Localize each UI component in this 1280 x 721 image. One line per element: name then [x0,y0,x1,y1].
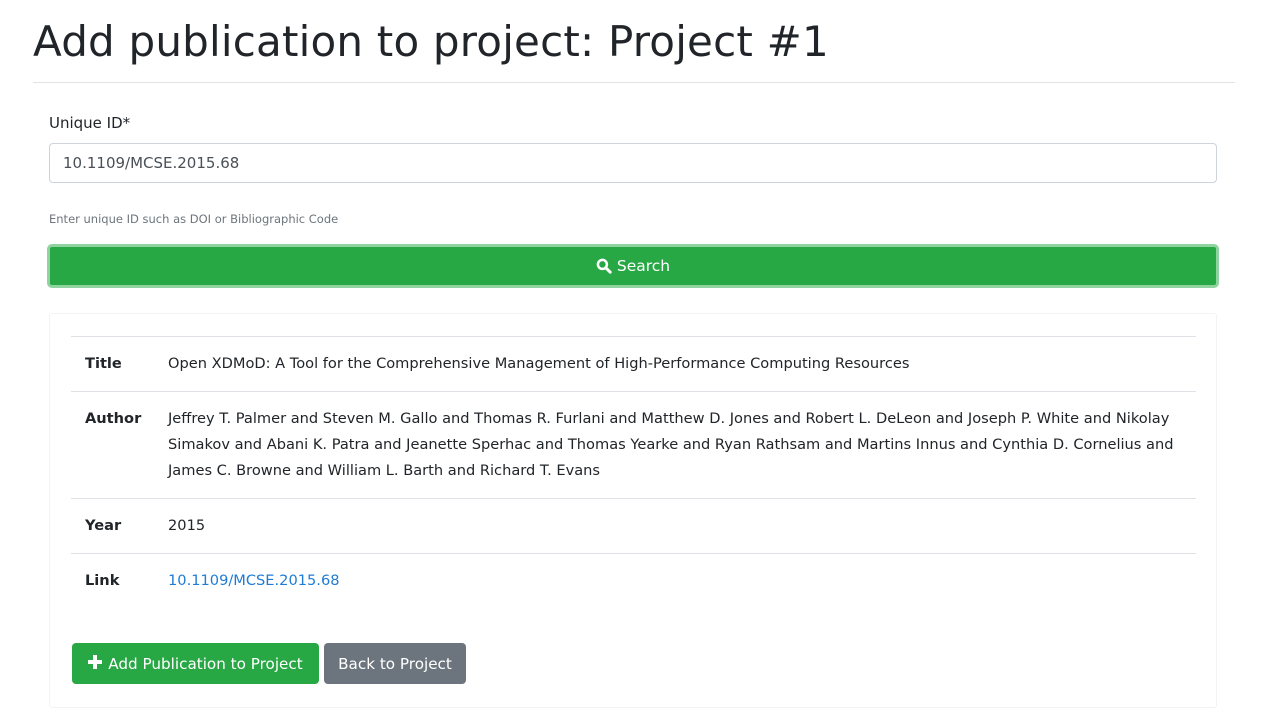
unique-id-help-text: Enter unique ID such as DOI or Bibliogra… [49,212,339,226]
publication-link-cell: 10.1109/MCSE.2015.68 [168,554,1196,609]
publication-year-label: Year [85,517,122,534]
publication-title-row: Title Open XDMoD: A Tool for the Compreh… [71,336,1196,392]
unique-id-label: Unique ID* [49,114,131,132]
back-to-project-button[interactable]: Back to Project [324,643,466,684]
search-button[interactable]: Search [47,244,1219,288]
add-publication-button[interactable]: Add Publication to Project [72,643,319,684]
title-divider [33,82,1235,83]
publication-result-card: Title Open XDMoD: A Tool for the Compreh… [49,313,1217,708]
add-publication-label: Add Publication to Project [108,654,303,673]
publication-doi-link[interactable]: 10.1109/MCSE.2015.68 [168,572,340,589]
publication-title-label: Title [85,355,122,372]
search-button-label: Search [616,257,671,275]
publication-title-value: Open XDMoD: A Tool for the Comprehensive… [168,355,910,372]
publication-link-row: Link 10.1109/MCSE.2015.68 [71,553,1196,609]
search-icon [596,258,612,274]
add-publication-page: Add publication to project: Project #1 U… [0,0,1280,721]
publication-link-label: Link [85,572,120,589]
publication-year-row: Year 2015 [71,498,1196,554]
page-title: Add publication to project: Project #1 [33,17,829,66]
plus-icon [88,654,103,673]
unique-id-input[interactable] [49,143,1217,183]
publication-author-label: Author [85,410,142,427]
publication-year-value: 2015 [168,517,206,534]
publication-details-table: Title Open XDMoD: A Tool for the Compreh… [71,336,1196,608]
publication-author-value: Jeffrey T. Palmer and Steven M. Gallo an… [168,410,1174,479]
publication-author-row: Author Jeffrey T. Palmer and Steven M. G… [71,391,1196,499]
